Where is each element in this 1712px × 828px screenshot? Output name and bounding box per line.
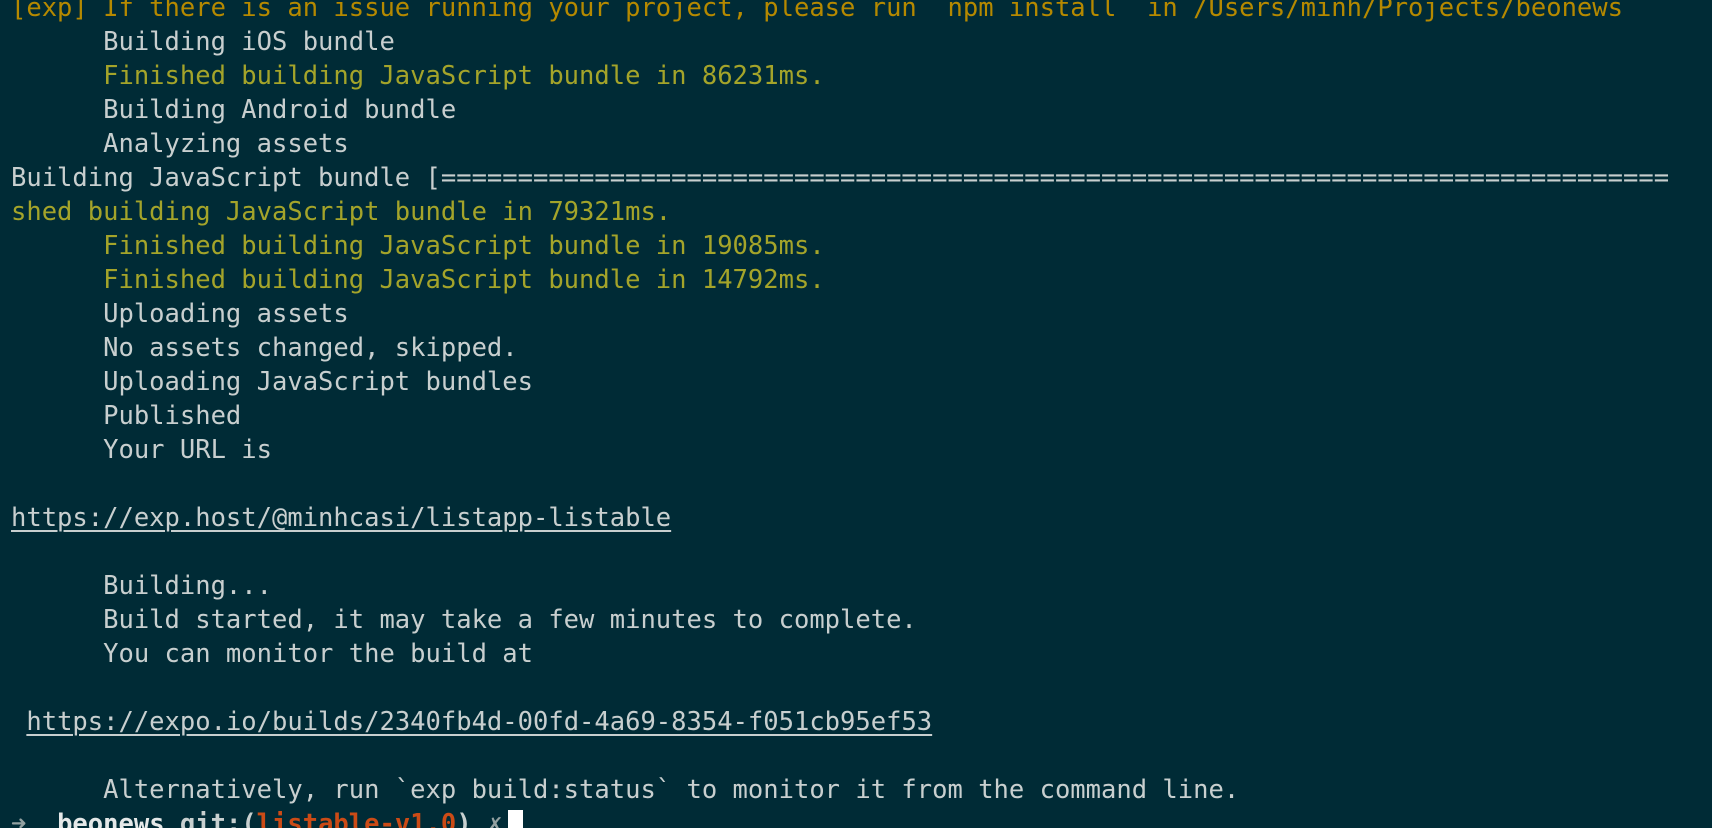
output-line: Analyzing assets	[11, 129, 349, 159]
output-line: Building...	[11, 571, 272, 601]
output-line: You can monitor the build at	[11, 639, 533, 669]
output-line-success: Finished building JavaScript bundle in 1…	[11, 231, 825, 261]
published-url-link[interactable]: https://exp.host/@minhcasi/listapp-lista…	[11, 503, 671, 533]
build-url-link[interactable]: https://expo.io/builds/2340fb4d-00fd-4a6…	[26, 707, 932, 737]
output-line: Uploading assets	[11, 299, 349, 329]
published-url-line: https://exp.host/@minhcasi/listapp-lista…	[11, 501, 1712, 535]
prompt-arrow-icon: ➜	[11, 809, 27, 828]
terminal-window[interactable]: [exp] If there is an issue running your …	[0, 0, 1712, 828]
dirty-marker-icon: ✗	[486, 809, 503, 828]
prompt-git-close: )	[456, 809, 472, 828]
output-line-warning: [exp] If there is an issue running your …	[11, 0, 1623, 23]
progress-bar-line: Building JavaScript bundle [============…	[11, 163, 1670, 193]
text-cursor[interactable]	[508, 810, 524, 828]
output-line: No assets changed, skipped.	[11, 333, 518, 363]
output-line-success: Finished building JavaScript bundle in 8…	[11, 61, 825, 91]
output-line: Your URL is	[11, 435, 272, 465]
build-url-line: https://expo.io/builds/2340fb4d-00fd-4a6…	[11, 705, 1712, 739]
prompt-git-branch: listable-v1.0	[256, 809, 457, 828]
output-line: Build started, it may take a few minutes…	[11, 605, 917, 635]
output-line: Published	[11, 401, 242, 431]
output-line: Alternatively, run `exp build:status` to…	[11, 775, 1240, 805]
prompt-directory: beonews	[57, 809, 165, 828]
shell-prompt[interactable]: ➜ beonews git:(listable-v1.0) ✗	[11, 807, 1712, 828]
terminal-output: [exp] If there is an issue running your …	[11, 0, 1712, 828]
output-line: Building iOS bundle	[11, 27, 395, 57]
output-line: Uploading JavaScript bundles	[11, 367, 533, 397]
output-line-success: shed building JavaScript bundle in 79321…	[11, 197, 672, 227]
output-line-success: Finished building JavaScript bundle in 1…	[11, 265, 825, 295]
output-line: Building Android bundle	[11, 95, 457, 125]
prompt-git-label: git:(	[179, 809, 257, 828]
